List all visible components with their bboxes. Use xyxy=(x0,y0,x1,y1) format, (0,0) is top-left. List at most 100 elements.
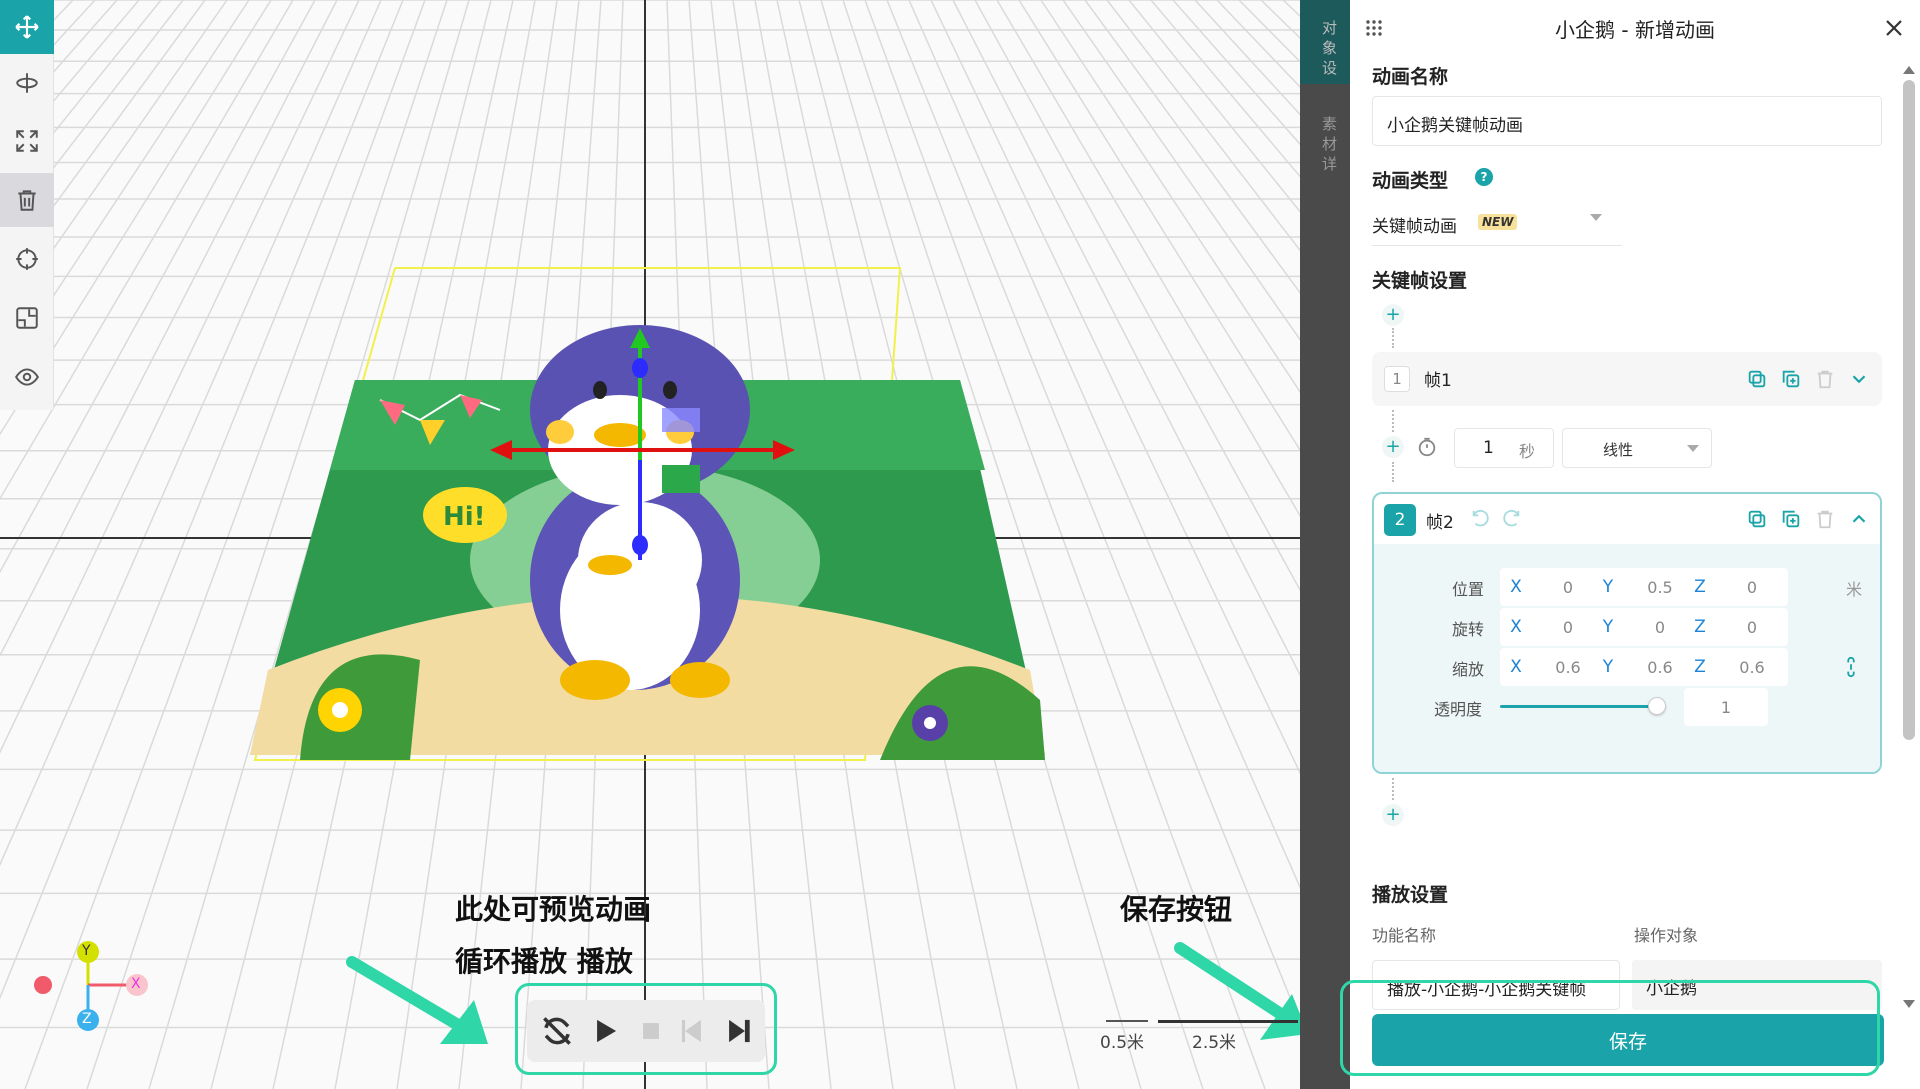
keyframe-2-index: 2 xyxy=(1384,504,1416,536)
scale-z-value: 0.6 xyxy=(1739,657,1765,677)
axis-y-label: Y xyxy=(82,943,91,959)
anim-name-label: 动画名称 xyxy=(1372,66,1449,88)
position-unit: 米 xyxy=(1846,580,1863,599)
func-name-input[interactable]: 播放-小企鹅-小企鹅关键帧 xyxy=(1372,960,1620,1010)
stop-button[interactable] xyxy=(632,1012,670,1050)
add-keyframe-button-top[interactable]: + xyxy=(1382,304,1404,326)
scale-y-input[interactable]: Y 0.6 xyxy=(1592,648,1696,686)
step-back-button[interactable] xyxy=(674,1012,712,1050)
keyframe-1[interactable]: 1 帧1 xyxy=(1372,352,1882,406)
axis-y-label: Y xyxy=(1602,617,1614,637)
rotation-x-input[interactable]: X0 xyxy=(1500,608,1604,646)
playback-settings-label: 播放设置 xyxy=(1372,884,1449,906)
link-icon[interactable] xyxy=(1840,656,1862,678)
duplicate-add-icon[interactable] xyxy=(1780,508,1802,530)
anim-name-value: 小企鹅关键帧动画 xyxy=(1387,116,1523,136)
axis-x-label: X xyxy=(131,976,141,992)
loop-icon xyxy=(543,1017,571,1045)
copy-icon[interactable] xyxy=(1746,508,1768,530)
keyframe-2-name: 帧2 xyxy=(1426,513,1454,533)
duration-input[interactable]: 1 秒 xyxy=(1454,428,1554,468)
scale-label: 缩放 xyxy=(1452,660,1485,679)
help-icon[interactable]: ? xyxy=(1475,168,1493,186)
func-name-value: 播放-小企鹅-小企鹅关键帧 xyxy=(1387,980,1587,1000)
scrollbar-thumb[interactable] xyxy=(1903,80,1915,740)
axis-y-label: Y xyxy=(1602,657,1614,677)
duration-value: 1 xyxy=(1483,438,1494,458)
trash-icon[interactable] xyxy=(1814,368,1836,390)
rotation-y-input[interactable]: Y0 xyxy=(1592,608,1696,646)
duplicate-add-icon[interactable] xyxy=(1780,368,1802,390)
chevron-up-icon[interactable] xyxy=(1848,508,1870,530)
keyframe-2[interactable]: 2 帧2 位置 X0 Y 0.5 Z0 米 旋转 X0 Y0 Z0 缩放 X 0.6… xyxy=(1372,492,1882,774)
func-name-label: 功能名称 xyxy=(1372,926,1437,945)
property-panel-overlay: 对象设 素材详 xyxy=(1300,0,1350,1089)
easing-select[interactable]: 线性 xyxy=(1562,428,1712,468)
anim-type-value: 关键帧动画 xyxy=(1372,217,1457,237)
position-x-input[interactable]: X0 xyxy=(1500,568,1604,606)
target-input[interactable]: 小企鹅 xyxy=(1632,960,1882,1010)
scale-tool[interactable] xyxy=(0,114,54,168)
shrink-icon xyxy=(16,307,38,329)
anim-type-label: 动画类型 xyxy=(1372,170,1449,192)
loop-button[interactable] xyxy=(538,1012,576,1050)
scrollbar-up-arrow[interactable] xyxy=(1903,66,1915,74)
add-keyframe-button-middle[interactable]: + xyxy=(1382,436,1404,458)
move-icon xyxy=(15,15,39,39)
save-button-label: 保存 xyxy=(1608,1031,1647,1053)
rotation-label: 旋转 xyxy=(1452,620,1485,639)
new-badge: NEW xyxy=(1478,214,1518,230)
keyframe-1-index: 1 xyxy=(1384,366,1410,392)
add-keyframe-button-bottom[interactable]: + xyxy=(1382,804,1404,826)
new-animation-panel: 小企鹅 - 新增动画 动画名称 小企鹅关键帧动画 动画类型 ? 关键帧动画 NE… xyxy=(1350,0,1920,1089)
position-label: 位置 xyxy=(1452,580,1485,599)
chevron-down-icon[interactable] xyxy=(1848,368,1870,390)
copy-icon[interactable] xyxy=(1746,368,1768,390)
play-icon xyxy=(597,1019,617,1043)
trash-icon[interactable] xyxy=(1814,508,1836,530)
anim-name-input[interactable]: 小企鹅关键帧动画 xyxy=(1372,96,1882,146)
scale-z-input[interactable]: Z 0.6 xyxy=(1684,648,1788,686)
svg-text:Hi!: Hi! xyxy=(443,502,486,532)
scale-label-large: 2.5米 xyxy=(1192,1033,1237,1053)
visibility-tool[interactable] xyxy=(0,350,54,404)
easing-value: 线性 xyxy=(1603,441,1634,459)
scrollbar-down-arrow[interactable] xyxy=(1903,1000,1915,1008)
close-button[interactable] xyxy=(1882,16,1906,40)
chevron-down-icon xyxy=(1590,214,1602,221)
scale-x-input[interactable]: X 0.6 xyxy=(1500,648,1604,686)
overlay-text-object-settings: 对象设 xyxy=(1322,19,1338,77)
step-forward-icon xyxy=(729,1019,750,1043)
focus-tool[interactable] xyxy=(0,232,54,286)
axis-z-label: Z xyxy=(82,1011,92,1027)
keyframe-settings-label: 关键帧设置 xyxy=(1372,270,1468,292)
chevron-down-icon xyxy=(1687,445,1699,452)
annotation-preview-line1: 此处可预览动画 xyxy=(455,893,652,926)
position-z-value: 0 xyxy=(1746,577,1758,597)
position-z-input[interactable]: Z0 xyxy=(1684,568,1788,606)
opacity-label: 透明度 xyxy=(1434,700,1483,719)
fit-tool[interactable] xyxy=(0,291,54,345)
anim-type-select[interactable]: 关键帧动画 NEW xyxy=(1372,204,1622,246)
redo-icon[interactable] xyxy=(1500,508,1522,530)
opacity-slider-handle[interactable] xyxy=(1648,697,1666,715)
opacity-input[interactable]: 1 xyxy=(1684,688,1768,726)
opacity-slider-track[interactable] xyxy=(1500,705,1660,708)
rotation-z-input[interactable]: Z0 xyxy=(1684,608,1788,646)
close-icon xyxy=(1886,20,1902,36)
undo-icon[interactable] xyxy=(1470,508,1492,530)
step-forward-button[interactable] xyxy=(718,1012,756,1050)
move-tool[interactable] xyxy=(0,0,54,54)
trash-icon xyxy=(18,190,36,211)
save-button[interactable]: 保存 xyxy=(1372,1014,1884,1066)
panel-title: 小企鹅 - 新增动画 xyxy=(1555,18,1715,42)
target-value: 小企鹅 xyxy=(1646,979,1697,999)
delete-tool[interactable] xyxy=(0,173,54,227)
play-button[interactable] xyxy=(586,1012,624,1050)
3d-viewport[interactable]: Hi! Y X Z 此处可预览动画 循环播放 播放 保存按钮 0.5米 2.5米 xyxy=(0,0,1300,1089)
position-y-input[interactable]: Y 0.5 xyxy=(1592,568,1696,606)
duration-unit: 秒 xyxy=(1519,442,1536,461)
rotate-tool[interactable] xyxy=(0,56,54,110)
scale-label-small: 0.5米 xyxy=(1100,1033,1145,1053)
target-icon xyxy=(16,248,38,270)
